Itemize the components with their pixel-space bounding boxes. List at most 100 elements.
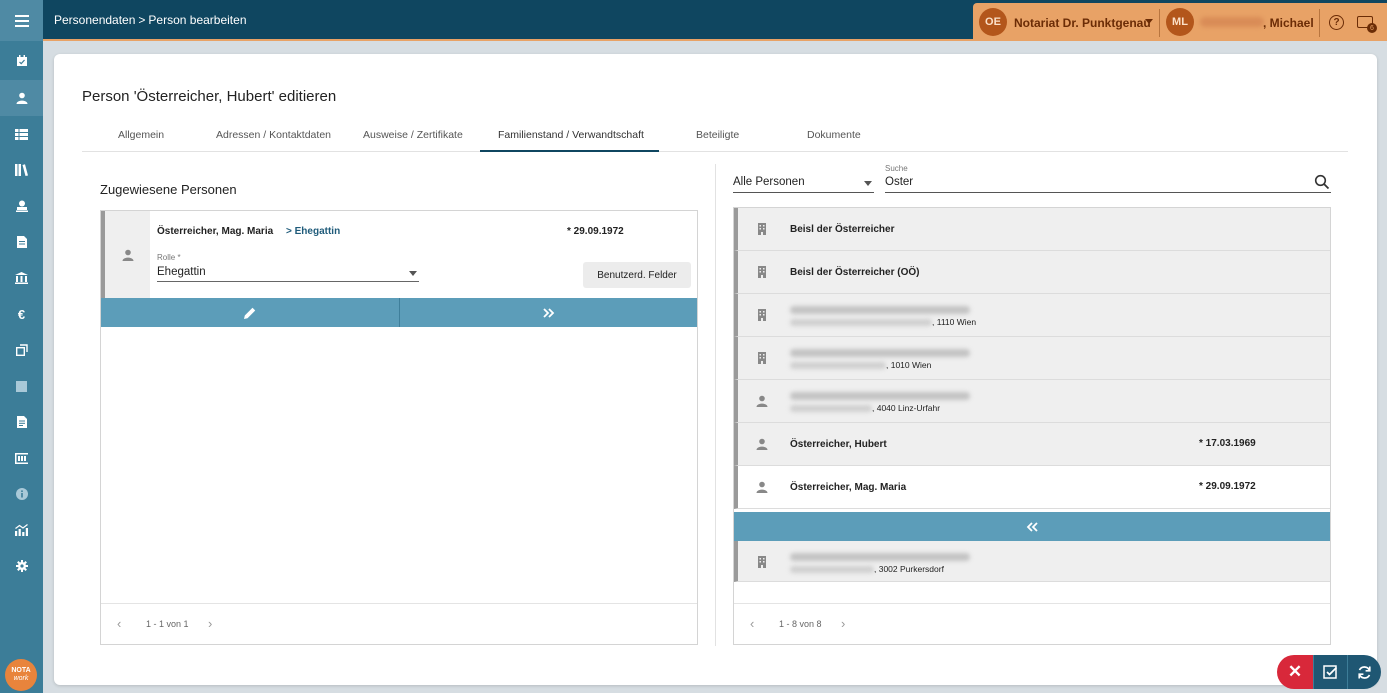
cancel-button[interactable]: ✕	[1277, 655, 1313, 689]
table-icon[interactable]	[0, 116, 43, 152]
tab-adressen[interactable]: Adressen / Kontaktdaten	[216, 129, 331, 141]
refresh-icon	[1358, 665, 1371, 679]
person-icon	[756, 481, 768, 493]
search-label: Suche	[885, 164, 908, 173]
page-title: Person 'Österreicher, Hubert' editieren	[82, 88, 337, 105]
org-avatar[interactable]: OE	[979, 8, 1007, 36]
transfer-right-button[interactable]	[400, 298, 697, 327]
assigned-pager: ‹ 1 - 1 von 1 ›	[101, 603, 697, 644]
chevron-down-icon[interactable]	[1145, 19, 1153, 24]
building-icon	[758, 309, 766, 321]
user-avatar[interactable]: ML	[1166, 8, 1194, 36]
tab-allgemein[interactable]: Allgemein	[118, 129, 164, 141]
tab-familienstand[interactable]: Familienstand / Verwandtschaft	[498, 129, 644, 141]
result-row[interactable]: Beisl der Österreicher	[734, 208, 1330, 251]
save-button[interactable]	[1313, 655, 1347, 689]
breadcrumb-parent[interactable]: Personendaten	[54, 13, 135, 27]
document-icon[interactable]	[0, 224, 43, 260]
role-label: Rolle *	[157, 253, 181, 262]
sidebar: € NOTA work	[0, 0, 43, 693]
chevron-left-icon[interactable]: ‹	[117, 616, 121, 631]
building-icon	[758, 556, 766, 568]
active-tab-indicator	[480, 150, 659, 152]
stamp-icon[interactable]	[0, 188, 43, 224]
pager-text: 1 - 1 von 1	[146, 619, 189, 629]
copy-icon[interactable]	[0, 332, 43, 368]
result-address: , 1110 Wien	[932, 317, 977, 327]
custom-fields-button[interactable]: Benutzerd. Felder	[583, 262, 691, 288]
result-birth-date: * 29.09.1972	[1199, 481, 1256, 492]
refresh-button[interactable]	[1347, 655, 1381, 689]
search-input[interactable]: Oster	[885, 174, 1331, 193]
user-name[interactable]: , Michael	[1263, 16, 1314, 30]
euro-icon[interactable]: €	[0, 296, 43, 332]
tab-beteiligte[interactable]: Beteiligte	[696, 129, 739, 141]
redacted-name	[790, 306, 970, 314]
action-buttons: ✕	[1277, 655, 1381, 689]
chevron-right-icon[interactable]: ›	[208, 616, 212, 631]
result-address: , 1010 Wien	[886, 360, 932, 370]
assigned-persons-list: Österreicher, Mag. Maria > Ehegattin * 2…	[100, 210, 698, 645]
divider	[1319, 9, 1320, 37]
transfer-left-button[interactable]	[734, 512, 1330, 541]
building-icon	[758, 352, 766, 364]
building-icon	[758, 266, 766, 278]
birth-date: * 29.09.1972	[567, 226, 624, 237]
chevron-left-icon[interactable]: ‹	[750, 616, 754, 631]
redacted-name	[790, 553, 970, 561]
relation-link[interactable]: > Ehegattin	[286, 226, 340, 237]
help-icon[interactable]: ?	[1329, 15, 1344, 30]
result-row[interactable]: , 1010 Wien	[734, 337, 1330, 380]
search-icon[interactable]	[1314, 174, 1330, 190]
library-icon[interactable]	[0, 152, 43, 188]
assigned-person-name: Österreicher, Mag. Maria	[157, 226, 274, 237]
list-icon[interactable]	[0, 440, 43, 476]
save-check-icon	[1323, 664, 1338, 679]
results-pager: ‹ 1 - 8 von 8 ›	[734, 603, 1330, 644]
person-icon[interactable]	[0, 80, 43, 116]
assigned-person-entry[interactable]: Österreicher, Mag. Maria > Ehegattin * 2…	[101, 211, 697, 298]
result-row[interactable]: , 1110 Wien	[734, 294, 1330, 337]
role-value: Ehegattin	[157, 266, 206, 278]
bank-icon[interactable]	[0, 260, 43, 296]
info-icon[interactable]	[0, 476, 43, 512]
person-icon	[756, 395, 768, 407]
result-row[interactable]: Beisl der Österreicher (OÖ)	[734, 251, 1330, 294]
person-type-filter[interactable]: Alle Personen	[733, 176, 874, 193]
result-row[interactable]: , 3002 Purkersdorf	[734, 541, 1330, 582]
redacted-name	[790, 349, 970, 357]
double-chevron-left-icon	[1026, 521, 1038, 532]
square-icon[interactable]	[0, 368, 43, 404]
org-selector[interactable]: Notariat Dr. Punktgenau	[1014, 16, 1151, 30]
tab-dokumente[interactable]: Dokumente	[807, 129, 861, 141]
result-address: , 4040 Linz-Urfahr	[872, 403, 941, 413]
statistics-icon[interactable]	[0, 512, 43, 548]
settings-icon[interactable]	[0, 548, 43, 584]
file-text-icon[interactable]	[0, 404, 43, 440]
notawork-logo[interactable]: NOTA work	[5, 659, 37, 691]
search-results-list: Beisl der Österreicher Beisl der Österre…	[733, 207, 1331, 645]
mail-count-badge: 6	[1367, 23, 1377, 33]
result-name: Österreicher, Hubert	[790, 439, 887, 450]
result-name: Beisl der Österreicher (OÖ)	[790, 267, 920, 278]
calendar-icon[interactable]	[0, 43, 43, 79]
filter-value: Alle Personen	[733, 176, 805, 188]
result-row[interactable]: , 4040 Linz-Urfahr	[734, 380, 1330, 423]
edit-button[interactable]	[101, 298, 398, 327]
redacted-address	[790, 319, 932, 326]
redacted-name	[790, 392, 970, 400]
person-icon	[101, 211, 150, 298]
menu-icon[interactable]	[0, 0, 43, 41]
chevron-right-icon[interactable]: ›	[841, 616, 845, 631]
result-row[interactable]: Österreicher, Hubert * 17.03.1969	[734, 423, 1330, 466]
redacted-address	[790, 405, 872, 412]
building-icon	[758, 223, 766, 235]
breadcrumb: Personendaten > Person bearbeiten	[54, 13, 247, 27]
tab-ausweise[interactable]: Ausweise / Zertifikate	[363, 129, 463, 141]
result-row[interactable]: Österreicher, Mag. Maria * 29.09.1972	[734, 466, 1330, 509]
header-user-area: OE Notariat Dr. Punktgenau ML , Michael …	[973, 3, 1387, 41]
role-select[interactable]: Ehegattin	[157, 266, 419, 282]
user-surname-redacted	[1200, 17, 1264, 27]
redacted-address	[790, 566, 874, 573]
panel-divider	[715, 164, 716, 646]
